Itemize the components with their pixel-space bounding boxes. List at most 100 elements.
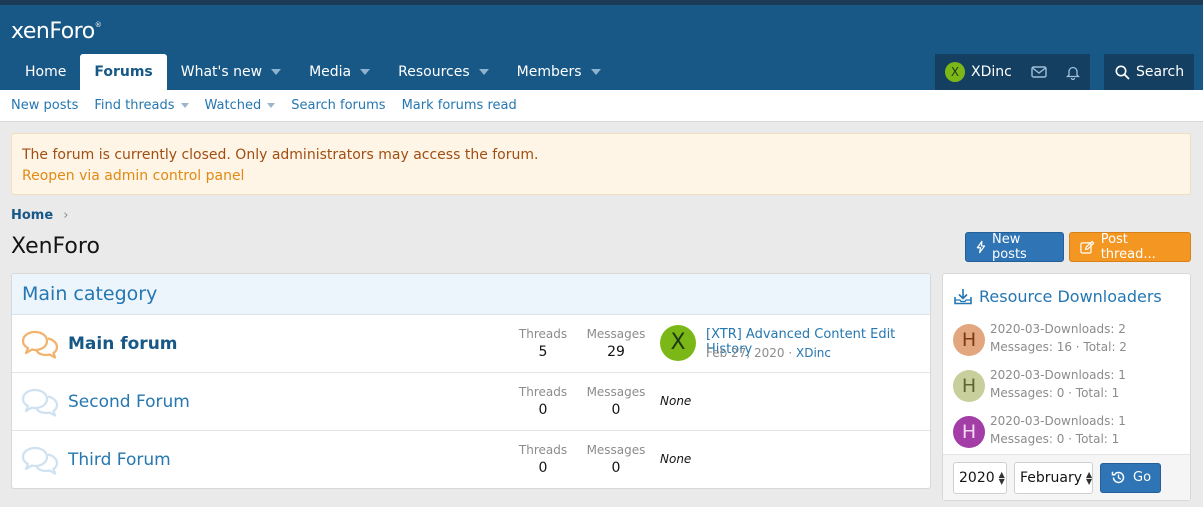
- inbox-button[interactable]: [1022, 54, 1056, 90]
- subnav-find-threads[interactable]: Find threads: [94, 98, 189, 113]
- nav-tab-home[interactable]: Home: [11, 54, 80, 90]
- go-button[interactable]: Go: [1100, 462, 1161, 493]
- logo-text: xenForo: [11, 19, 95, 44]
- chevron-down-icon[interactable]: [478, 69, 489, 75]
- download-count: 2020-03-Downloads: 1: [990, 414, 1126, 428]
- nav-tab-resources[interactable]: Resources: [384, 54, 503, 90]
- notice-text: The forum is currently closed. Only admi…: [22, 147, 539, 163]
- avatar: X: [945, 62, 965, 82]
- stat-label: Messages: [586, 327, 646, 341]
- site-logo[interactable]: xenForo®: [11, 19, 102, 44]
- stat-value: 5: [538, 344, 548, 360]
- breadcrumb-home[interactable]: Home: [11, 208, 53, 223]
- nav-tab-forums[interactable]: Forums: [80, 54, 167, 90]
- thread-count: Threads 5: [513, 327, 573, 360]
- subnav-label: Watched: [204, 98, 262, 113]
- member-stats: Messages: 0 · Total: 1: [990, 386, 1120, 400]
- period-selector: 2020 ▲ ▼ February ▲ ▼ Go: [943, 454, 1190, 500]
- alerts-button[interactable]: [1056, 54, 1090, 90]
- subnav-watched[interactable]: Watched: [205, 98, 276, 113]
- new-posts-label: New posts: [991, 232, 1027, 262]
- envelope-icon: [1031, 66, 1047, 78]
- nav-tab-label: What's new: [180, 64, 263, 80]
- subnav-mark-read[interactable]: Mark forums read: [402, 98, 517, 113]
- chevron-down-icon[interactable]: [360, 69, 371, 75]
- nav-tab-label: Forums: [94, 64, 153, 80]
- year-value: 2020: [959, 469, 995, 486]
- latest-date[interactable]: Feb 27, 2020: [706, 346, 785, 360]
- chevron-down-icon[interactable]: [271, 69, 282, 75]
- breadcrumb: Home ›: [11, 208, 68, 223]
- history-icon: [1111, 471, 1125, 484]
- subnav-search-forums[interactable]: Search forums: [291, 98, 385, 113]
- bell-icon: [1065, 66, 1080, 80]
- no-latest-post: None: [660, 452, 692, 466]
- month-select[interactable]: February ▲ ▼: [1014, 461, 1093, 494]
- forum-unread-icon: [21, 330, 59, 359]
- stat-value: 0: [538, 402, 548, 418]
- avatar[interactable]: H: [953, 416, 985, 448]
- stat-label: Threads: [518, 385, 568, 399]
- chevron-right-icon: ›: [63, 208, 69, 223]
- reopen-link[interactable]: Reopen via admin control panel: [22, 166, 1180, 187]
- widget-title[interactable]: Resource Downloaders: [943, 274, 1190, 318]
- nav-tab-label: Media: [309, 64, 352, 80]
- subnav-label: Search forums: [291, 98, 386, 113]
- forum-title-link[interactable]: Second Forum: [68, 392, 190, 412]
- new-posts-button[interactable]: New posts: [965, 232, 1064, 262]
- nav-tab-whats-new[interactable]: What's new: [167, 54, 295, 90]
- post-thread-button[interactable]: Post thread...: [1069, 232, 1191, 262]
- subnav-label: Find threads: [94, 98, 175, 113]
- resource-downloaders-widget: Resource Downloaders H 2020-03-Downloads…: [942, 273, 1191, 501]
- main-nav: Home Forums What's new Media Resources M…: [11, 54, 615, 90]
- downloader-item: H 2020-03-Downloads: 1 Messages: 0 · Tot…: [943, 364, 1190, 410]
- stat-value: 0: [611, 460, 621, 476]
- stat-value: 0: [611, 402, 621, 418]
- chevron-down-icon[interactable]: [590, 69, 601, 75]
- no-latest-post: None: [660, 394, 692, 408]
- forum-row: Second Forum Threads 0 Messages 0 None: [12, 373, 930, 431]
- latest-meta: Feb 27, 2020 · XDinc: [706, 346, 831, 360]
- month-value: February: [1020, 469, 1083, 486]
- subnav-label: New posts: [11, 98, 79, 113]
- download-icon: [954, 288, 972, 304]
- page-title: XenForo: [11, 234, 100, 259]
- search-button[interactable]: Search: [1104, 54, 1194, 90]
- avatar[interactable]: H: [953, 370, 985, 402]
- forum-title-link[interactable]: Third Forum: [68, 450, 171, 470]
- message-count: Messages 0: [586, 443, 646, 476]
- subnav-new-posts[interactable]: New posts: [11, 98, 78, 113]
- downloader-item: H 2020-03-Downloads: 2 Messages: 16 · To…: [943, 318, 1190, 364]
- forum-title-link[interactable]: Main forum: [68, 334, 178, 354]
- member-stats: Messages: 0 · Total: 1: [990, 432, 1120, 446]
- category-block: Main category Main forum Threads 5 Messa…: [11, 273, 931, 489]
- stat-value: 0: [538, 460, 548, 476]
- forum-read-icon: [21, 388, 59, 417]
- nav-tab-members[interactable]: Members: [503, 54, 615, 90]
- logo-mark: ®: [94, 21, 102, 29]
- widget-title-text: Resource Downloaders: [979, 286, 1162, 306]
- forum-read-icon: [21, 446, 59, 475]
- account-link[interactable]: X XDinc: [935, 54, 1022, 90]
- meta-separator: ·: [788, 346, 793, 360]
- select-arrows-icon: ▲ ▼: [998, 469, 1005, 486]
- search-label: Search: [1136, 64, 1185, 80]
- nav-tab-label: Home: [25, 64, 67, 80]
- latest-user-link[interactable]: XDinc: [796, 346, 831, 360]
- category-title[interactable]: Main category: [12, 274, 930, 315]
- download-count: 2020-03-Downloads: 2: [990, 322, 1126, 336]
- forum-closed-notice: The forum is currently closed. Only admi…: [11, 133, 1191, 195]
- username: XDinc: [971, 64, 1012, 80]
- select-arrows-icon: ▲ ▼: [1086, 469, 1093, 486]
- avatar[interactable]: X: [660, 325, 696, 361]
- stat-label: Messages: [586, 385, 646, 399]
- nav-tab-media[interactable]: Media: [295, 54, 384, 90]
- user-nav: X XDinc: [935, 54, 1090, 90]
- nav-tab-label: Members: [516, 64, 582, 80]
- chevron-down-icon[interactable]: [267, 103, 276, 108]
- downloader-item: H 2020-03-Downloads: 1 Messages: 0 · Tot…: [943, 410, 1190, 456]
- avatar[interactable]: H: [953, 324, 985, 356]
- bolt-icon: [976, 240, 986, 254]
- chevron-down-icon[interactable]: [180, 103, 189, 108]
- year-select[interactable]: 2020 ▲ ▼: [953, 461, 1007, 494]
